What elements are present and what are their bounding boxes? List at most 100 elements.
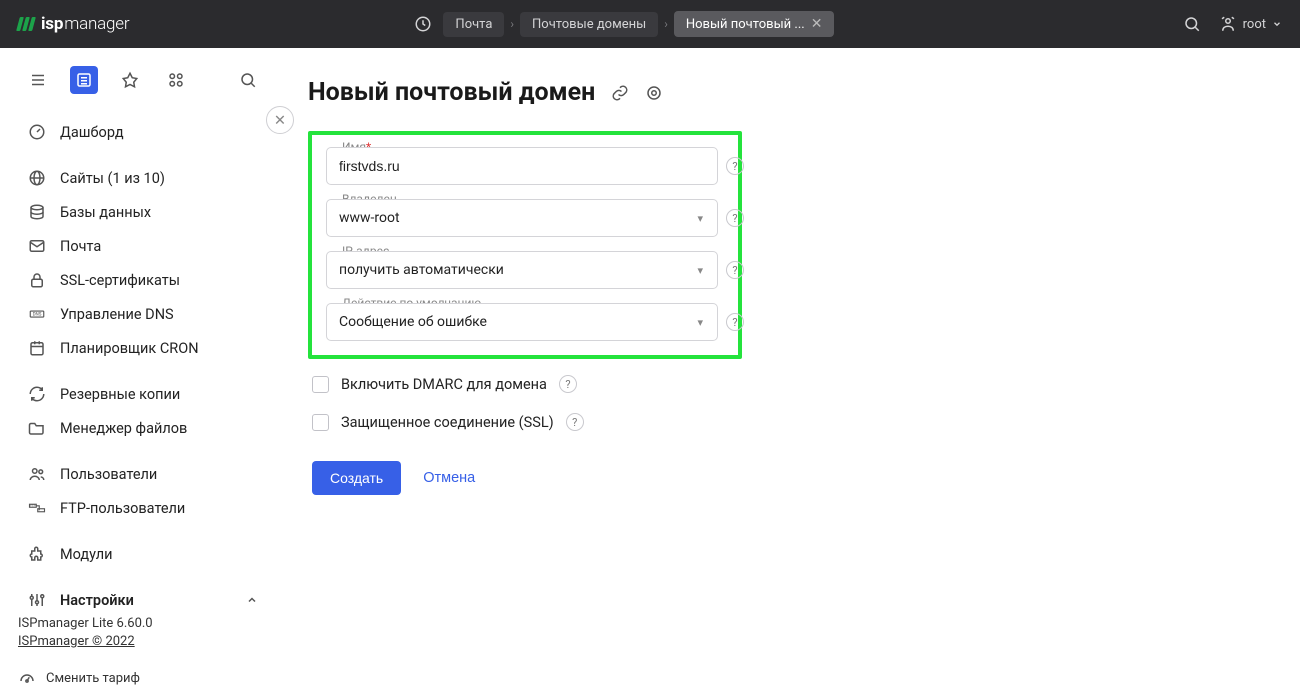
- nav-users[interactable]: Пользователи: [18, 458, 268, 490]
- logo-icon: [18, 17, 34, 31]
- lock-icon: [28, 271, 46, 289]
- nav-label: Сайты (1 из 10): [60, 170, 258, 187]
- refresh-icon: [28, 385, 46, 403]
- default-action-select[interactable]: Сообщение об ошибке ▾: [326, 303, 718, 341]
- main-content: Новый почтовый домен Имя* ? Владелец www…: [280, 48, 1300, 657]
- ip-select[interactable]: получить автоматически ▾: [326, 251, 718, 289]
- highlight-box: Имя* ? Владелец www-root ▾ ? IP-адрес: [308, 131, 742, 359]
- target-icon[interactable]: [645, 84, 663, 102]
- svg-text:DNS: DNS: [33, 312, 42, 318]
- nav-settings[interactable]: Настройки: [18, 584, 268, 616]
- sidebar-footer: ISPmanager Lite 6.60.0 ISPmanager © 2022…: [18, 616, 268, 687]
- cancel-button[interactable]: Отмена: [423, 470, 475, 486]
- logo-text-bold: isp: [41, 14, 63, 34]
- nav-backups[interactable]: Резервные копии: [18, 378, 268, 410]
- sidebar: ✕ Дашборд Сайты (1 из 10) Базы данных По…: [0, 48, 280, 657]
- breadcrumbs: Почта › Почтовые домены › Новый почтовый…: [409, 10, 1182, 38]
- close-panel-button[interactable]: ✕: [266, 106, 294, 134]
- user-icon: [1219, 15, 1237, 33]
- sidebar-toolbar: [18, 66, 268, 94]
- create-button[interactable]: Создать: [312, 461, 401, 495]
- logo-text-light: manager: [64, 14, 129, 34]
- search-sidebar-icon[interactable]: [234, 66, 262, 94]
- name-input[interactable]: [326, 147, 718, 185]
- version-label: ISPmanager Lite 6.60.0: [18, 616, 268, 631]
- nav-databases[interactable]: Базы данных: [18, 196, 268, 228]
- history-icon[interactable]: [409, 10, 437, 38]
- menu-icon[interactable]: [24, 66, 52, 94]
- help-icon[interactable]: ?: [726, 209, 744, 227]
- logo[interactable]: ispmanager: [18, 14, 129, 34]
- help-icon[interactable]: ?: [566, 413, 584, 431]
- close-icon[interactable]: ✕: [811, 16, 823, 32]
- ssl-checkbox[interactable]: [312, 414, 329, 431]
- globe-icon: [28, 169, 46, 187]
- nav-label: Почта: [60, 238, 258, 255]
- search-icon[interactable]: [1183, 15, 1201, 33]
- apps-icon[interactable]: [162, 66, 190, 94]
- dmarc-checkbox[interactable]: [312, 376, 329, 393]
- calendar-icon: [28, 339, 46, 357]
- breadcrumb-label: Новый почтовый ...: [686, 17, 805, 32]
- topbar: ispmanager Почта › Почтовые домены › Нов…: [0, 0, 1300, 48]
- help-icon[interactable]: ?: [726, 261, 744, 279]
- nav-dashboard[interactable]: Дашборд: [18, 116, 268, 148]
- select-value: получить автоматически: [339, 262, 504, 278]
- breadcrumb-sep: ›: [510, 17, 514, 31]
- nav-cron[interactable]: Планировщик CRON: [18, 332, 268, 364]
- nav-label: Резервные копии: [60, 386, 258, 403]
- topbar-right: root: [1183, 15, 1282, 33]
- star-icon[interactable]: [116, 66, 144, 94]
- breadcrumb-label: Почта: [455, 17, 492, 32]
- chevron-down-icon: ▾: [697, 316, 703, 329]
- nav-label: Управление DNS: [60, 306, 258, 323]
- chevron-down-icon: [1272, 19, 1282, 29]
- gauge-icon: [18, 669, 36, 687]
- nav-label: Менеджер файлов: [60, 420, 258, 437]
- select-value: www-root: [339, 210, 400, 226]
- owner-select[interactable]: www-root ▾: [326, 199, 718, 237]
- nav-label: SSL-сертификаты: [60, 272, 258, 289]
- chevron-down-icon: ▾: [697, 264, 703, 277]
- mail-icon: [28, 237, 46, 255]
- folder-icon: [28, 419, 46, 437]
- nav-dns[interactable]: DNS Управление DNS: [18, 298, 268, 330]
- nav-label: Настройки: [60, 592, 232, 609]
- user-menu[interactable]: root: [1219, 15, 1282, 33]
- breadcrumb-sep: ›: [664, 17, 668, 31]
- nav-label: Пользователи: [60, 466, 258, 483]
- nav-modules[interactable]: Модули: [18, 538, 268, 570]
- svg-text:FTP: FTP: [30, 504, 35, 508]
- tariff-label: Сменить тариф: [46, 671, 140, 686]
- copyright-link[interactable]: ISPmanager © 2022: [18, 634, 268, 649]
- list-icon[interactable]: [70, 66, 98, 94]
- puzzle-icon: [28, 545, 46, 563]
- nav-sites[interactable]: Сайты (1 из 10): [18, 162, 268, 194]
- nav-ftp[interactable]: FTP FTP-пользователи: [18, 492, 268, 524]
- ssl-label: Защищенное соединение (SSL): [341, 414, 554, 431]
- username-label: root: [1243, 17, 1266, 32]
- users-icon: [28, 465, 46, 483]
- help-icon[interactable]: ?: [726, 157, 744, 175]
- ftp-icon: FTP: [28, 499, 46, 517]
- nav-label: Планировщик CRON: [60, 340, 258, 357]
- breadcrumb-item-current[interactable]: Новый почтовый ... ✕: [674, 11, 835, 37]
- select-value: Сообщение об ошибке: [339, 314, 487, 330]
- chevron-down-icon: ▾: [697, 212, 703, 225]
- nav-label: FTP-пользователи: [60, 500, 258, 517]
- nav-label: Базы данных: [60, 204, 258, 221]
- nav-files[interactable]: Менеджер файлов: [18, 412, 268, 444]
- help-icon[interactable]: ?: [559, 375, 577, 393]
- breadcrumb-item-mail[interactable]: Почта: [443, 12, 504, 37]
- gauge-icon: [28, 123, 46, 141]
- change-tariff-link[interactable]: Сменить тариф: [18, 669, 268, 687]
- breadcrumb-label: Почтовые домены: [532, 17, 646, 32]
- help-icon[interactable]: ?: [726, 313, 744, 331]
- nav-ssl[interactable]: SSL-сертификаты: [18, 264, 268, 296]
- nav-label: Модули: [60, 546, 258, 563]
- nav-mail[interactable]: Почта: [18, 230, 268, 262]
- link-icon[interactable]: [611, 84, 629, 102]
- dns-icon: DNS: [28, 305, 46, 323]
- breadcrumb-item-domains[interactable]: Почтовые домены: [520, 12, 658, 37]
- sliders-icon: [28, 591, 46, 609]
